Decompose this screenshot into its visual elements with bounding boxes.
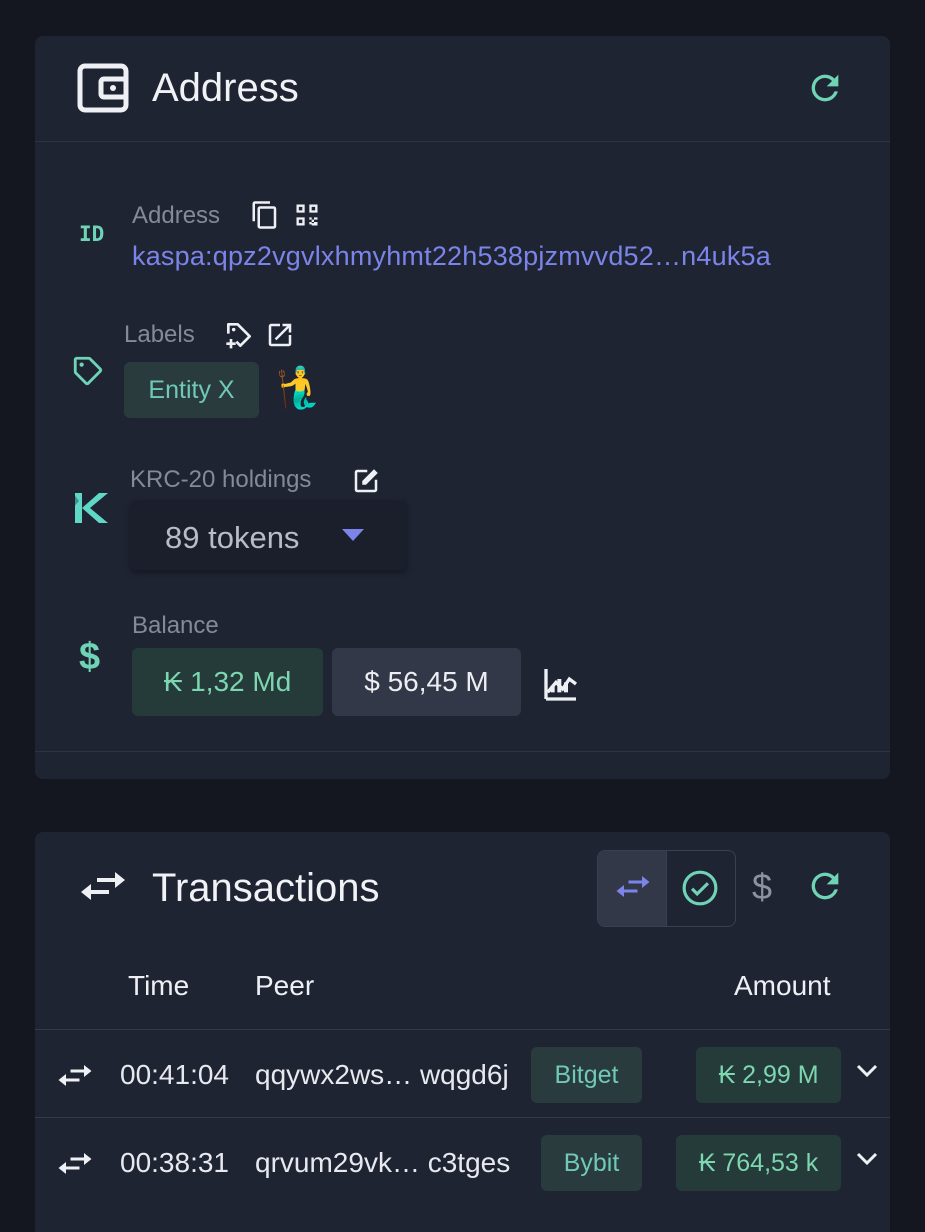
toggle-transfers[interactable] [598, 851, 666, 926]
row-peer-tag[interactable]: Bybit [541, 1135, 642, 1191]
table-row[interactable]: 00:38:31 qrvum29vk… c3tges Bybit ₭ 764,5… [35, 1117, 890, 1206]
row-time: 00:38:31 [120, 1147, 229, 1178]
copy-icon[interactable] [250, 200, 280, 230]
address-card-footer-divider [35, 751, 890, 752]
label-chip-entity[interactable]: Entity X [124, 362, 259, 418]
tokens-dropdown[interactable]: 89 tokens [130, 500, 407, 570]
transfer-icon [81, 872, 125, 900]
address-card-header: Address [35, 36, 890, 142]
dollar-toggle[interactable]: $ [752, 866, 772, 908]
address-card: Address ID Address kaspa:qpz2vgvlxhmyhmt… [35, 36, 890, 779]
row-peer-link[interactable]: qqywx2ws… wqgd6j [255, 1059, 509, 1091]
chevron-down-icon[interactable] [855, 1151, 879, 1167]
refresh-icon[interactable] [805, 68, 845, 108]
row-peer-link[interactable]: qrvum29vk… c3tges [255, 1147, 510, 1179]
column-header-amount[interactable]: Amount [734, 970, 831, 1002]
column-header-time[interactable]: Time [128, 970, 189, 1002]
tokens-dropdown-value: 89 tokens [165, 520, 300, 555]
krc20-label: KRC-20 holdings [130, 466, 312, 493]
row-amount: ₭ 2,99 M [696, 1047, 841, 1103]
merman-emoji: 🧜‍♂️ [275, 366, 325, 410]
table-row[interactable]: 00:41:04 qqywx2ws… wqgd6j Bitget ₭ 2,99 … [35, 1029, 890, 1118]
edit-icon[interactable] [351, 466, 381, 496]
toggle-confirmed[interactable] [666, 851, 735, 926]
external-link-icon[interactable] [265, 320, 295, 350]
chevron-down-icon[interactable] [855, 1063, 879, 1079]
transfer-row-icon [58, 1153, 92, 1174]
address-label: Address [132, 202, 221, 229]
caret-down-icon [342, 529, 364, 541]
add-tag-icon[interactable] [223, 319, 255, 351]
transfer-row-icon [58, 1065, 92, 1086]
id-icon: ID [79, 222, 105, 246]
labels-label: Labels [124, 321, 195, 348]
balance-kas-chip: ₭ 1,32 Md [132, 648, 323, 716]
dollar-icon: $ [79, 636, 101, 678]
qr-code-icon[interactable] [293, 201, 321, 229]
column-header-peer[interactable]: Peer [255, 970, 314, 1002]
transfer-toggle-icon [616, 876, 650, 897]
row-time: 00:41:04 [120, 1059, 229, 1090]
address-value-link[interactable]: kaspa:qpz2vgvlxhmyhmt22h538pjzmvvd52…n4u… [132, 241, 771, 272]
view-toggle-group [597, 850, 736, 927]
chart-icon[interactable] [541, 664, 581, 704]
kasplex-logo-icon [73, 493, 108, 523]
balance-label: Balance [132, 612, 219, 639]
transactions-refresh-icon[interactable] [805, 866, 845, 906]
wallet-icon [77, 63, 129, 113]
transactions-card-title: Transactions [152, 866, 380, 910]
tag-icon [73, 356, 103, 386]
check-circle-icon [682, 870, 718, 906]
balance-usd-chip: $ 56,45 M [332, 648, 521, 716]
row-peer-tag[interactable]: Bitget [531, 1047, 642, 1103]
row-amount: ₭ 764,53 k [676, 1135, 841, 1191]
address-card-title: Address [152, 66, 299, 110]
